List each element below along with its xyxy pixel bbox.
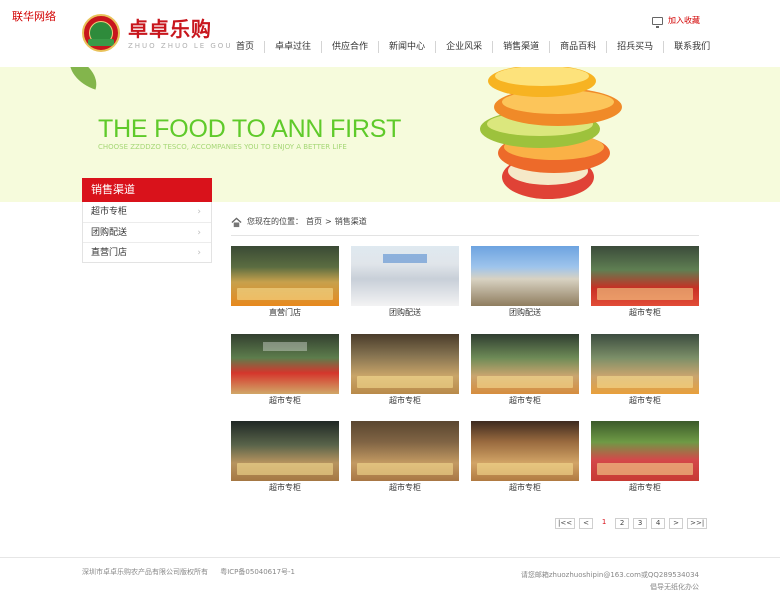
- logo-emblem-icon: [82, 14, 120, 52]
- gallery-item[interactable]: 超市专柜: [471, 334, 579, 406]
- gallery-caption[interactable]: 超市专柜: [231, 396, 339, 406]
- chevron-right-icon: ›: [197, 248, 201, 258]
- breadcrumb-separator: >: [325, 217, 332, 226]
- gallery-caption[interactable]: 超市专柜: [591, 308, 699, 318]
- page-number-button[interactable]: 3: [633, 518, 648, 529]
- nav-item-home[interactable]: 首页: [226, 41, 264, 53]
- gallery-caption[interactable]: 团购配送: [351, 308, 459, 318]
- gallery-thumbnail[interactable]: [351, 334, 459, 394]
- chevron-right-icon: ›: [197, 228, 201, 238]
- gallery-thumbnail[interactable]: [231, 421, 339, 481]
- gallery-item[interactable]: 团购配送: [351, 246, 459, 318]
- nav-item-contact[interactable]: 联系我们: [663, 41, 720, 53]
- nav-item-products[interactable]: 商品百科: [549, 41, 606, 53]
- home-icon: [231, 217, 242, 228]
- pagination: |<< < 1 2 3 4 > >>|: [555, 518, 708, 529]
- gallery-item[interactable]: 超市专柜: [351, 421, 459, 493]
- next-page-button[interactable]: >: [669, 518, 684, 529]
- gallery-thumbnail[interactable]: [591, 421, 699, 481]
- monitor-icon: [652, 16, 663, 28]
- main-nav: 首页 卓卓过往 供应合作 新闻中心 企业风采 销售渠道 商品百科 招兵买马 联系…: [226, 40, 720, 54]
- sidebar-list: 超市专柜 › 团购配送 › 直营门店 ›: [82, 202, 212, 263]
- gallery-caption[interactable]: 超市专柜: [351, 396, 459, 406]
- page: 联华网络 卓卓乐购 ZHUO ZHUO LE GOU 加入收藏 首页 卓卓过往 …: [0, 0, 780, 592]
- gallery-caption[interactable]: 团购配送: [471, 308, 579, 318]
- last-page-button[interactable]: >>|: [687, 518, 708, 529]
- footer-copyright: 深圳市卓卓乐购农产品有限公司版权所有 粤ICP备05040617号-1: [82, 567, 305, 577]
- copyright-text: 深圳市卓卓乐购农产品有限公司版权所有: [82, 568, 208, 576]
- sidebar-item-direct-store[interactable]: 直营门店 ›: [83, 242, 211, 262]
- sidebar-item-label: 直营门店: [91, 248, 128, 258]
- sidebar-item-supermarket[interactable]: 超市专柜 ›: [83, 202, 211, 222]
- footer-note: 倡导无纸化办公: [650, 583, 699, 591]
- gallery-item[interactable]: 超市专柜: [591, 334, 699, 406]
- nav-item-supply[interactable]: 供应合作: [321, 41, 378, 53]
- contact-text: 请您邮箱zhuozhuoshipin@163.com或QQ289534034: [520, 571, 699, 579]
- chevron-right-icon: ›: [197, 207, 201, 217]
- gallery-thumbnail[interactable]: [471, 334, 579, 394]
- first-page-button[interactable]: |<<: [555, 518, 576, 529]
- gallery-item[interactable]: 超市专柜: [591, 421, 699, 493]
- gallery-thumbnail[interactable]: [231, 246, 339, 306]
- breadcrumb: 您现在的位置： 首页 > 销售渠道: [231, 216, 699, 236]
- add-favorite-label: 加入收藏: [668, 16, 700, 25]
- page-number-button[interactable]: 2: [615, 518, 630, 529]
- gallery-item[interactable]: 团购配送: [471, 246, 579, 318]
- fruit-stack-image: [480, 67, 622, 199]
- prev-page-button[interactable]: <: [579, 518, 594, 529]
- brand-name: 卓卓乐购: [128, 16, 212, 41]
- brand-pinyin: ZHUO ZHUO LE GOU: [128, 41, 233, 50]
- footer-divider: [0, 557, 780, 558]
- banner-subline: CHOOSE ZZDDZO TESCO, ACCOMPANIES YOU TO …: [98, 143, 347, 151]
- gallery-caption[interactable]: 超市专柜: [351, 483, 459, 493]
- gallery-thumbnail[interactable]: [471, 246, 579, 306]
- gallery-item[interactable]: 超市专柜: [351, 334, 459, 406]
- sidebar-title: 销售渠道: [82, 178, 212, 202]
- gallery-caption[interactable]: 直营门店: [231, 308, 339, 318]
- nav-item-sales[interactable]: 销售渠道: [492, 41, 549, 53]
- page-number-current: 1: [597, 518, 612, 529]
- add-favorite-link[interactable]: 加入收藏: [652, 15, 700, 28]
- nav-item-culture[interactable]: 企业风采: [435, 41, 492, 53]
- gallery-caption[interactable]: 超市专柜: [471, 396, 579, 406]
- gallery-thumbnail[interactable]: [231, 334, 339, 394]
- breadcrumb-home-link[interactable]: 首页: [306, 216, 322, 228]
- banner-headline: THE FOOD TO ANN FIRST: [98, 115, 402, 143]
- gallery-thumbnail[interactable]: [351, 421, 459, 481]
- sidebar: 销售渠道 超市专柜 › 团购配送 › 直营门店 ›: [82, 178, 212, 263]
- gallery-item[interactable]: 超市专柜: [231, 421, 339, 493]
- gallery-thumbnail[interactable]: [471, 421, 579, 481]
- icp-link[interactable]: 粤ICP备05040617号-1: [220, 568, 295, 576]
- nav-item-news[interactable]: 新闻中心: [378, 41, 435, 53]
- breadcrumb-current: 销售渠道: [334, 217, 367, 226]
- gallery-caption[interactable]: 超市专柜: [231, 483, 339, 493]
- gallery-caption[interactable]: 超市专柜: [471, 483, 579, 493]
- breadcrumb-prefix: 您现在的位置：: [247, 217, 303, 226]
- nav-item-jobs[interactable]: 招兵买马: [606, 41, 663, 53]
- corner-watermark: 联华网络: [12, 10, 56, 23]
- footer-contact: 请您邮箱zhuozhuoshipin@163.com或QQ289534034 倡…: [470, 569, 699, 592]
- gallery-thumbnail[interactable]: [591, 246, 699, 306]
- site-logo[interactable]: 卓卓乐购 ZHUO ZHUO LE GOU: [82, 14, 232, 52]
- sidebar-item-label: 团购配送: [91, 228, 128, 238]
- gallery-caption[interactable]: 超市专柜: [591, 396, 699, 406]
- nav-item-history[interactable]: 卓卓过往: [264, 41, 321, 53]
- gallery-item[interactable]: 超市专柜: [231, 334, 339, 406]
- leaf-decoration: [63, 67, 103, 90]
- gallery-caption[interactable]: 超市专柜: [591, 483, 699, 493]
- sidebar-item-group-delivery[interactable]: 团购配送 ›: [83, 222, 211, 242]
- gallery-thumbnail[interactable]: [591, 334, 699, 394]
- gallery-thumbnail[interactable]: [351, 246, 459, 306]
- gallery-item[interactable]: 超市专柜: [471, 421, 579, 493]
- page-number-button[interactable]: 4: [651, 518, 666, 529]
- gallery-item[interactable]: 超市专柜: [591, 246, 699, 318]
- gallery-item[interactable]: 直营门店: [231, 246, 339, 318]
- sidebar-item-label: 超市专柜: [91, 207, 128, 217]
